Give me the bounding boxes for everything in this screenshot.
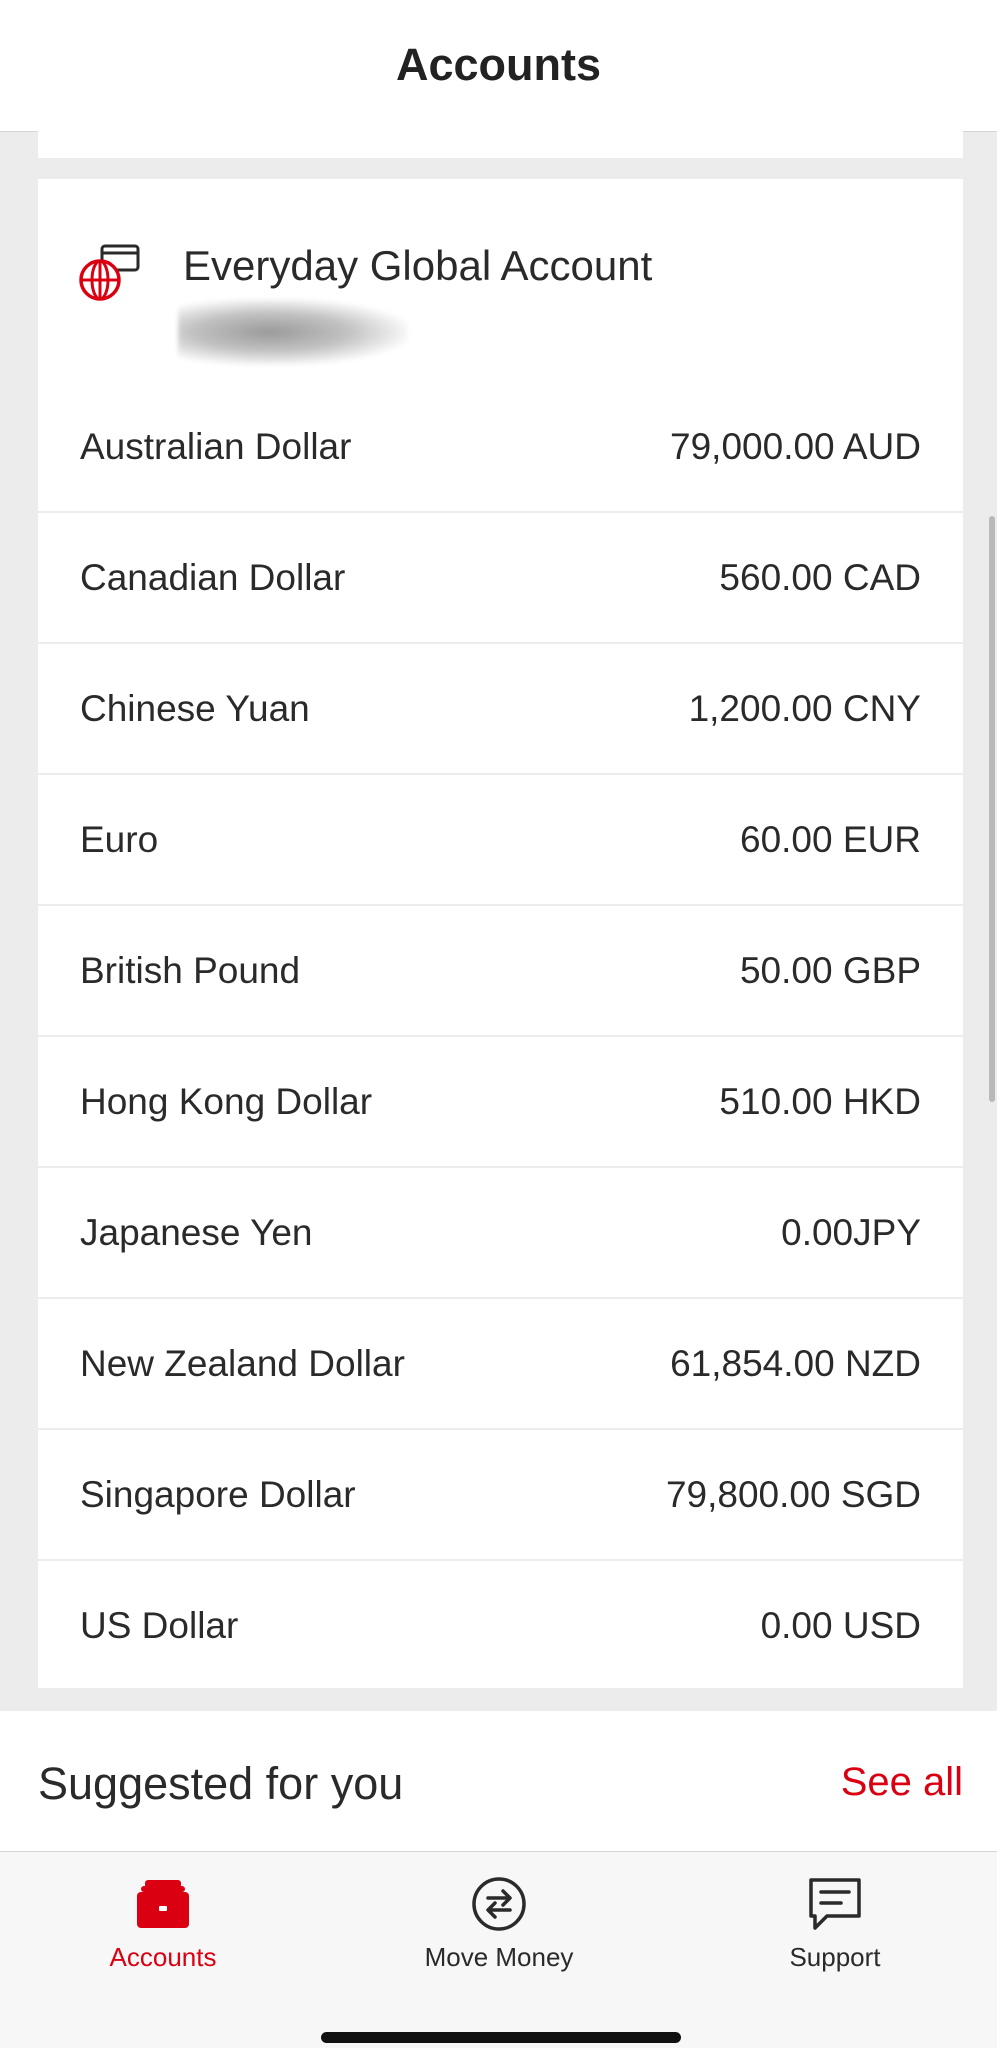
tab-support[interactable]: Support xyxy=(715,1852,955,2002)
currency-name: US Dollar xyxy=(80,1604,239,1646)
home-indicator[interactable] xyxy=(321,2032,681,2043)
account-number-redacted xyxy=(178,299,408,365)
currency-amount: 60.00 EUR xyxy=(740,818,921,860)
previous-account-card[interactable] xyxy=(38,131,963,158)
currency-amount: 79,800.00 SGD xyxy=(665,1473,921,1515)
suggested-section: Suggested for you See all xyxy=(0,1711,997,1852)
tab-accounts[interactable]: Accounts xyxy=(43,1852,283,2002)
tab-label: Move Money xyxy=(424,1942,574,1972)
balance-row-aud[interactable]: Australian Dollar 79,000.00 AUD xyxy=(38,382,963,511)
currency-name: New Zealand Dollar xyxy=(80,1342,405,1384)
account-card[interactable]: Everyday Global Account Australian Dolla… xyxy=(38,179,963,1688)
balance-list: Australian Dollar 79,000.00 AUD Canadian… xyxy=(38,382,963,1690)
account-header[interactable]: Everyday Global Account xyxy=(38,179,963,382)
currency-name: Hong Kong Dollar xyxy=(80,1080,373,1122)
balance-row-sgd[interactable]: Singapore Dollar 79,800.00 SGD xyxy=(38,1428,963,1559)
currency-amount: 79,000.00 AUD xyxy=(670,425,921,467)
balance-row-usd[interactable]: US Dollar 0.00 USD xyxy=(38,1559,963,1690)
currency-name: Euro xyxy=(80,818,159,860)
top-bar: Accounts xyxy=(0,0,997,132)
balance-row-cad[interactable]: Canadian Dollar 560.00 CAD xyxy=(38,511,963,642)
currency-amount: 510.00 HKD xyxy=(719,1080,921,1122)
balance-row-eur[interactable]: Euro 60.00 EUR xyxy=(38,773,963,904)
tab-bar: Accounts Move Money Support xyxy=(0,1852,997,2048)
balance-row-nzd[interactable]: New Zealand Dollar 61,854.00 NZD xyxy=(38,1297,963,1428)
currency-name: Canadian Dollar xyxy=(80,556,346,598)
transfer-icon xyxy=(472,1877,526,1931)
wallet-icon xyxy=(137,1880,189,1928)
balance-row-jpy[interactable]: Japanese Yen 0.00JPY xyxy=(38,1166,963,1297)
tab-move-money[interactable]: Move Money xyxy=(379,1852,619,2002)
tab-label: Accounts xyxy=(109,1942,217,1972)
currency-amount: 560.00 CAD xyxy=(719,556,921,598)
see-all-link[interactable]: See all xyxy=(841,1760,963,1805)
global-account-icon xyxy=(79,244,140,301)
currency-name: Singapore Dollar xyxy=(80,1473,356,1515)
suggested-heading: Suggested for you xyxy=(38,1758,404,1809)
currency-amount: 0.00JPY xyxy=(781,1211,921,1253)
balance-row-gbp[interactable]: British Pound 50.00 GBP xyxy=(38,904,963,1035)
page-title: Accounts xyxy=(395,38,602,90)
currency-amount: 61,854.00 NZD xyxy=(670,1342,921,1384)
currency-amount: 50.00 GBP xyxy=(739,949,921,991)
currency-name: Chinese Yuan xyxy=(80,687,310,729)
currency-name: Japanese Yen xyxy=(80,1211,313,1253)
currency-amount: 1,200.00 CNY xyxy=(688,687,921,729)
account-name: Everyday Global Account xyxy=(183,242,653,289)
scrollbar[interactable] xyxy=(989,516,995,1102)
balance-row-hkd[interactable]: Hong Kong Dollar 510.00 HKD xyxy=(38,1035,963,1166)
chat-icon xyxy=(809,1878,861,1930)
tab-label: Support xyxy=(789,1942,881,1972)
currency-amount: 0.00 USD xyxy=(760,1604,921,1646)
currency-name: Australian Dollar xyxy=(80,425,352,467)
balance-row-cny[interactable]: Chinese Yuan 1,200.00 CNY xyxy=(38,642,963,773)
currency-name: British Pound xyxy=(80,949,301,991)
